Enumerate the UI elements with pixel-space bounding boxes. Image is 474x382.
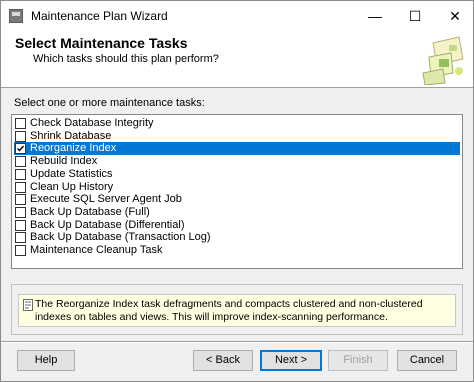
task-item[interactable]: Shrink Database bbox=[14, 130, 460, 143]
task-item[interactable]: Reorganize Index bbox=[14, 142, 460, 156]
cancel-button[interactable]: Cancel bbox=[397, 350, 457, 371]
page-title: Select Maintenance Tasks bbox=[15, 35, 188, 51]
task-checklist[interactable]: Check Database Integrity Shrink Database R… bbox=[11, 114, 463, 269]
checkbox[interactable] bbox=[15, 245, 26, 256]
task-label: Execute SQL Server Agent Job bbox=[30, 193, 182, 206]
task-item[interactable]: Clean Up History bbox=[14, 181, 460, 194]
task-item[interactable]: Maintenance Cleanup Task bbox=[14, 244, 460, 257]
task-description-box: The Reorganize Index task defragments an… bbox=[18, 294, 456, 327]
task-label: Back Up Database (Full) bbox=[30, 205, 150, 218]
info-icon bbox=[23, 299, 33, 311]
task-label: Update Statistics bbox=[30, 167, 113, 180]
checkbox[interactable] bbox=[15, 130, 26, 142]
task-item[interactable]: Execute SQL Server Agent Job bbox=[14, 193, 460, 206]
help-button[interactable]: Help bbox=[17, 350, 75, 371]
finish-button: Finish bbox=[328, 350, 388, 371]
checkbox[interactable] bbox=[15, 168, 26, 180]
checkbox[interactable] bbox=[15, 156, 26, 168]
tasks-label: Select one or more maintenance tasks: bbox=[14, 97, 205, 109]
wizard-header: Select Maintenance Tasks Which tasks sho… bbox=[1, 31, 473, 88]
app-icon bbox=[9, 9, 23, 23]
task-description: The Reorganize Index task defragments an… bbox=[35, 298, 423, 323]
checkbox-checked[interactable] bbox=[15, 143, 26, 155]
page-subtitle: Which tasks should this plan perform? bbox=[33, 53, 219, 65]
minimize-button[interactable]: — bbox=[357, 1, 393, 31]
wizard-window: Maintenance Plan Wizard — ☐ ✕ Select Mai… bbox=[0, 0, 474, 382]
checkbox[interactable] bbox=[15, 181, 26, 193]
task-label: Reorganize Index bbox=[30, 142, 117, 155]
task-label: Rebuild Index bbox=[30, 155, 98, 168]
task-item[interactable]: Back Up Database (Full) bbox=[14, 206, 460, 219]
checkbox[interactable] bbox=[15, 219, 26, 231]
button-divider bbox=[1, 341, 473, 343]
maximize-button[interactable]: ☐ bbox=[397, 1, 433, 31]
task-label: Back Up Database (Differential) bbox=[30, 218, 185, 231]
task-item[interactable]: Rebuild Index bbox=[14, 155, 460, 168]
wizard-banner-icon bbox=[422, 36, 464, 85]
task-item[interactable]: Check Database Integrity bbox=[14, 117, 460, 130]
title-bar: Maintenance Plan Wizard — ☐ ✕ bbox=[1, 1, 473, 31]
checkbox[interactable] bbox=[15, 232, 26, 244]
checkbox[interactable] bbox=[15, 206, 26, 218]
task-item[interactable]: Back Up Database (Differential) bbox=[14, 219, 460, 232]
window-title: Maintenance Plan Wizard bbox=[31, 9, 168, 23]
close-button[interactable]: ✕ bbox=[437, 1, 473, 31]
task-label: Back Up Database (Transaction Log) bbox=[30, 231, 211, 244]
task-item[interactable]: Back Up Database (Transaction Log) bbox=[14, 231, 460, 244]
next-button[interactable]: Next > bbox=[260, 350, 322, 371]
task-item[interactable]: Update Statistics bbox=[14, 168, 460, 181]
task-label: Maintenance Cleanup Task bbox=[30, 244, 163, 256]
checkbox[interactable] bbox=[15, 118, 26, 129]
task-label: Clean Up History bbox=[30, 180, 114, 193]
task-label: Check Database Integrity bbox=[30, 117, 154, 129]
description-frame: The Reorganize Index task defragments an… bbox=[11, 284, 463, 335]
back-button[interactable]: < Back bbox=[193, 350, 253, 371]
task-label: Shrink Database bbox=[30, 129, 112, 142]
checkbox[interactable] bbox=[15, 194, 26, 206]
